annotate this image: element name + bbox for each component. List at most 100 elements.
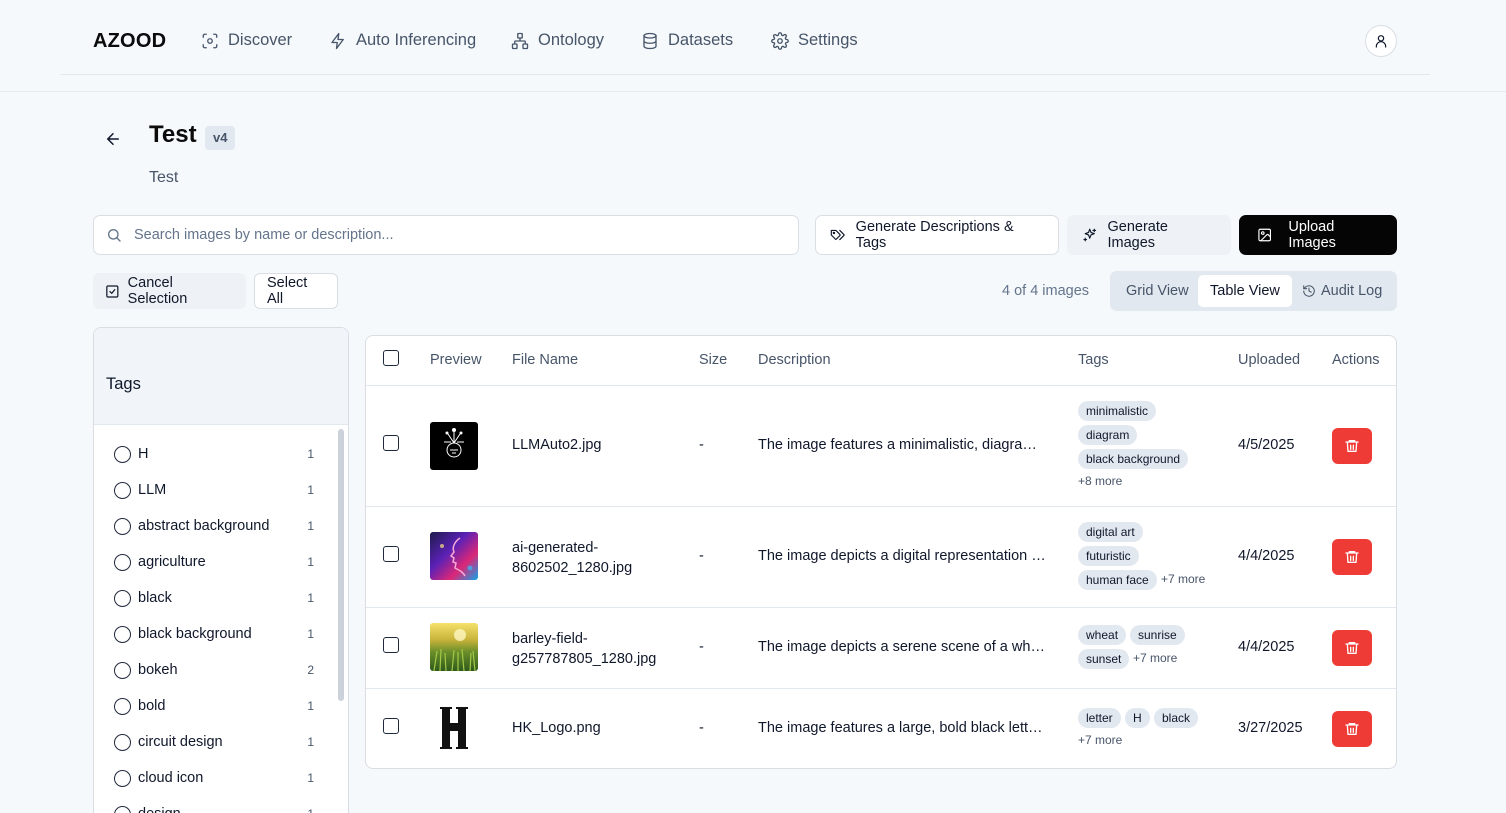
tag-name: bokeh [138,662,178,678]
radio-button[interactable] [114,697,131,715]
tag-count: 1 [307,627,314,641]
letter-h-logo-graphic [440,707,468,749]
history-icon [1303,285,1315,297]
tag-count: 1 [307,483,314,497]
tags-panel-header: Tags [94,328,348,425]
more-tags-link[interactable]: +8 more [1078,474,1122,488]
tag-filter-item[interactable]: design 1 [114,804,314,813]
image-thumbnail[interactable] [430,623,478,671]
field-thumbnail-graphic [433,629,476,671]
nav-ontology-label: Ontology [538,31,605,49]
search-box [93,215,799,255]
image-thumbnail[interactable] [430,704,478,752]
select-all-button[interactable]: Select All [254,273,338,309]
radio-button[interactable] [114,661,131,679]
row-checkbox[interactable] [383,637,399,653]
tag-name: cloud icon [138,770,204,786]
tag-count: 1 [307,699,314,713]
tag-name: black background [138,626,252,642]
image-thumbnail[interactable] [430,532,478,580]
tag-filter-item[interactable]: bold 1 [114,696,314,716]
trash-icon [1345,642,1359,654]
radio-button[interactable] [114,589,131,607]
delete-button[interactable] [1332,539,1372,575]
page-title: Test [149,121,197,148]
tag-count: 1 [307,807,314,813]
trash-icon [1345,723,1359,735]
upload-date: 3/27/2025 [1238,720,1303,736]
tag-count: 1 [307,447,314,461]
nav-datasets-label: Datasets [668,31,734,49]
hierarchy-icon [511,32,529,49]
tab-audit-log[interactable]: Audit Log [1290,275,1394,307]
generate-images-button[interactable]: Generate Images [1067,215,1231,255]
divider [366,607,1396,608]
file-size: - [699,639,704,655]
cancel-selection-button[interactable]: Cancel Selection [93,273,246,309]
radio-button[interactable] [114,481,131,499]
tags-scrollbar[interactable] [338,429,344,701]
tag-chip: sunrise [1130,625,1185,645]
radio-button[interactable] [114,769,131,787]
file-size: - [699,720,704,736]
trash-icon [1345,440,1359,452]
nav-discover[interactable]: Discover [201,31,292,50]
upload-images-button[interactable]: Upload Images [1239,215,1397,255]
divider [366,506,1396,507]
radio-button[interactable] [114,517,131,535]
row-checkbox[interactable] [383,435,399,451]
nav-datasets[interactable]: Datasets [641,31,733,50]
search-input[interactable] [134,227,774,243]
tag-count: 1 [307,591,314,605]
diagram-thumbnail-graphic [444,428,464,458]
select-all-label: Select All [267,275,308,307]
radio-button[interactable] [114,625,131,643]
more-tags-link[interactable]: +7 more [1161,572,1205,586]
tag-count: 2 [307,663,314,677]
user-menu-button[interactable] [1365,25,1397,57]
tag-name: circuit design [138,734,223,750]
row-checkbox[interactable] [383,546,399,562]
tag-filter-item[interactable]: circuit design 1 [114,732,314,752]
radio-button[interactable] [114,733,131,751]
tag-filter-item[interactable]: agriculture 1 [114,552,314,572]
column-header-size: Size [699,352,728,368]
delete-button[interactable] [1332,630,1372,666]
tag-filter-item[interactable]: abstract background 1 [114,516,314,536]
select-all-checkbox[interactable] [383,350,399,366]
delete-button[interactable] [1332,428,1372,464]
back-button[interactable] [104,130,122,148]
nav-ontology[interactable]: Ontology [511,31,604,50]
images-table: Preview File Name Size Description Tags … [365,335,1397,769]
radio-button[interactable] [114,445,131,463]
tab-table-view[interactable]: Table View [1198,275,1292,307]
column-header-tags: Tags [1078,352,1109,368]
tag-name: bold [138,698,166,714]
tag-filter-item[interactable]: bokeh 2 [114,660,314,680]
tab-grid-view[interactable]: Grid View [1114,275,1201,307]
audit-log-label: Audit Log [1321,283,1383,299]
nav-auto-inferencing[interactable]: Auto Inferencing [329,31,476,50]
tag-filter-item[interactable]: LLM 1 [114,480,314,500]
generate-descriptions-button[interactable]: Generate Descriptions & Tags [815,215,1059,255]
tag-filter-item[interactable]: H1 [114,444,314,464]
brand-logo[interactable]: AZOOD [93,30,166,53]
lightning-icon [331,32,344,49]
tag-filter-item[interactable]: black background 1 [114,624,314,644]
tag-name: LLM [138,482,167,498]
row-checkbox[interactable] [383,718,399,734]
nav-settings[interactable]: Settings [771,31,858,50]
tag-filter-item[interactable]: black 1 [114,588,314,608]
upload-date: 4/4/2025 [1238,639,1295,655]
radio-button[interactable] [114,805,131,813]
delete-button[interactable] [1332,711,1372,747]
image-thumbnail[interactable] [430,422,478,470]
more-tags-link[interactable]: +7 more [1078,733,1122,747]
more-tags-link[interactable]: +7 more [1133,651,1177,665]
radio-button[interactable] [114,553,131,571]
database-icon [643,32,657,49]
upload-images-label: Upload Images [1288,219,1336,251]
sparkles-icon [1083,228,1097,242]
tag-filter-item[interactable]: cloud icon 1 [114,768,314,788]
tag-count: 1 [307,519,314,533]
